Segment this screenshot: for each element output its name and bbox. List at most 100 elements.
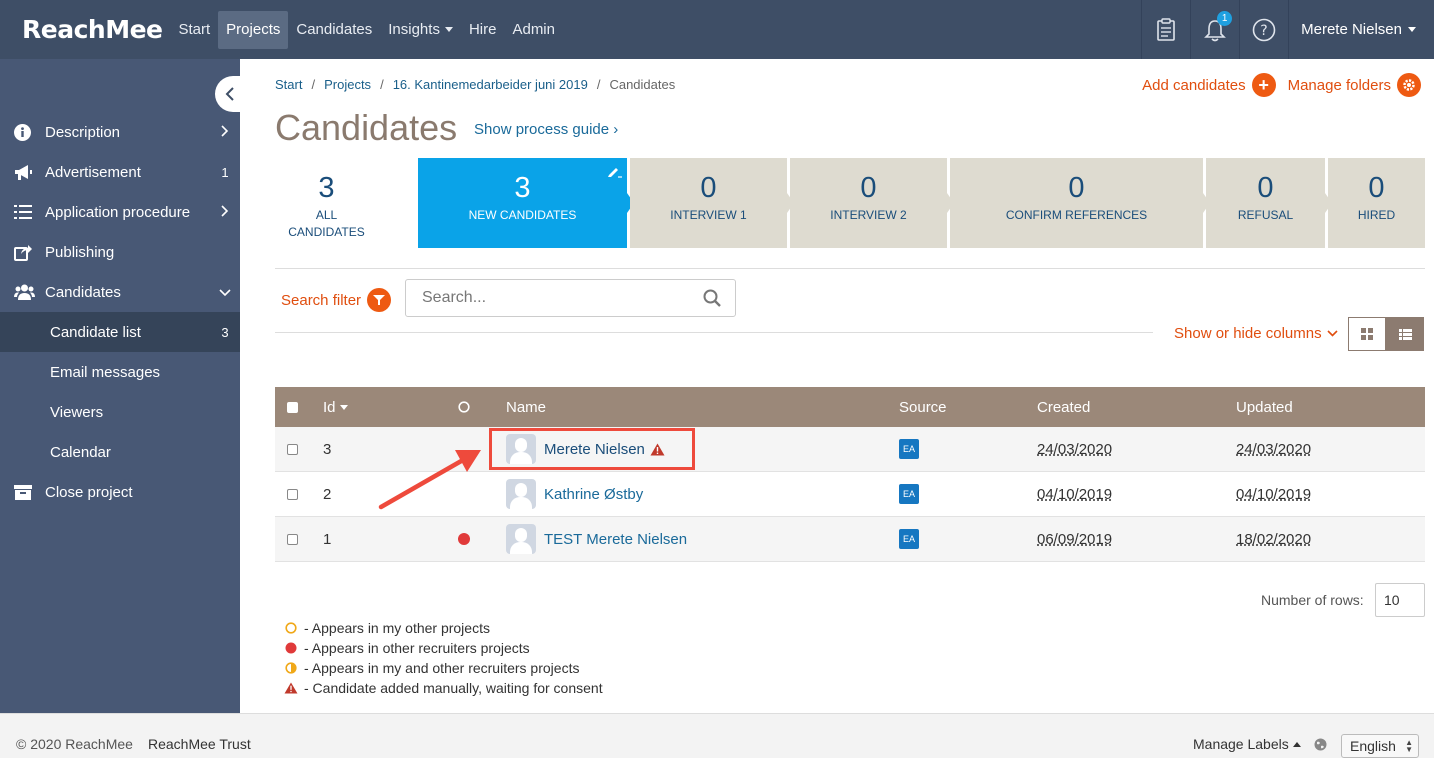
sidebar-item-viewers[interactable]: Viewers bbox=[0, 392, 240, 432]
column-header-source[interactable]: Source bbox=[899, 399, 947, 416]
candidate-id: 1 bbox=[323, 530, 332, 548]
stage-hired[interactable]: 0 Hired bbox=[1328, 158, 1425, 248]
search-input[interactable] bbox=[406, 280, 686, 316]
avatar bbox=[506, 524, 536, 554]
legend-text: - Candidate added manually, waiting for … bbox=[304, 680, 603, 696]
legend-item: - Appears in my other projects bbox=[283, 618, 603, 638]
warning-icon bbox=[283, 682, 299, 694]
select-all-checkbox[interactable] bbox=[287, 401, 298, 413]
sidebar-item-application-procedure[interactable]: Application procedure bbox=[0, 192, 240, 232]
stage-interview-2[interactable]: 0 Interview 2 bbox=[790, 158, 947, 248]
half-circle-icon bbox=[283, 662, 299, 674]
divider bbox=[275, 332, 1153, 333]
help-button[interactable]: ? bbox=[1239, 0, 1288, 59]
logo[interactable]: ReachMee bbox=[22, 15, 163, 44]
footer: © 2020 ReachMee ReachMee Trust Manage La… bbox=[0, 713, 1434, 758]
sidebar-item-publishing[interactable]: Publishing bbox=[0, 232, 240, 272]
plus-icon: + bbox=[1251, 73, 1276, 97]
candidate-name-link[interactable]: TEST Merete Nielsen bbox=[544, 531, 687, 548]
chevron-right-icon bbox=[210, 204, 240, 220]
breadcrumb-projects[interactable]: Projects bbox=[324, 77, 371, 92]
search-filter-button[interactable]: Search filter bbox=[281, 288, 392, 312]
chevron-left-icon bbox=[225, 87, 234, 101]
candidate-id: 2 bbox=[323, 485, 332, 503]
row-checkbox[interactable] bbox=[287, 443, 298, 455]
nav-admin[interactable]: Admin bbox=[504, 11, 563, 49]
grid-view-button[interactable] bbox=[1348, 317, 1386, 351]
table-header: Id Name Source Created Updated bbox=[275, 387, 1425, 427]
column-header-created[interactable]: Created bbox=[1037, 399, 1090, 416]
top-navigation: ReachMee Start Projects Candidates Insig… bbox=[0, 0, 1434, 59]
search-icon[interactable] bbox=[703, 289, 721, 307]
nav-hire[interactable]: Hire bbox=[461, 11, 505, 49]
help-icon: ? bbox=[1252, 18, 1276, 41]
share-icon bbox=[0, 244, 45, 261]
nav-insights[interactable]: Insights bbox=[380, 11, 461, 49]
sort-by-id[interactable]: Id bbox=[323, 387, 348, 427]
nav-candidates[interactable]: Candidates bbox=[288, 11, 380, 49]
candidate-name-link[interactable]: Kathrine Østby bbox=[544, 486, 643, 503]
manage-labels-button[interactable]: Manage Labels bbox=[1193, 736, 1301, 752]
row-checkbox[interactable] bbox=[287, 533, 298, 545]
updated-date: 24/03/2020 bbox=[1236, 440, 1312, 458]
nav-insights-label: Insights bbox=[388, 21, 440, 38]
reachmee-trust-link[interactable]: ReachMee Trust bbox=[148, 736, 251, 752]
sidebar-item-close-project[interactable]: Close project bbox=[0, 472, 240, 512]
source-badge: EA bbox=[899, 484, 919, 504]
sidebar-item-label: Candidate list bbox=[50, 323, 141, 341]
rows-per-page-input[interactable]: 10 bbox=[1375, 583, 1425, 617]
stage-confirm-references[interactable]: 0 Confirm references bbox=[950, 158, 1203, 248]
stage-interview-1[interactable]: 0 Interview 1 bbox=[630, 158, 787, 248]
sidebar-item-label: Description bbox=[45, 123, 121, 141]
nav-start[interactable]: Start bbox=[170, 11, 218, 49]
list-icon bbox=[1398, 328, 1412, 340]
add-candidates-button[interactable]: Add candidates + bbox=[1142, 73, 1276, 97]
sidebar-item-label: Publishing bbox=[45, 243, 115, 261]
column-header-name[interactable]: Name bbox=[506, 399, 546, 416]
sidebar-item-description[interactable]: Description bbox=[0, 112, 240, 152]
sidebar-item-calendar[interactable]: Calendar bbox=[0, 432, 240, 472]
select-arrows-icon: ▲ ▼ bbox=[1405, 738, 1413, 754]
stage-new-candidates[interactable]: 3 New candidates bbox=[418, 158, 627, 248]
notifications-button[interactable]: 1 bbox=[1190, 0, 1239, 59]
nav-right-tools: 1 ? Merete Nielsen bbox=[1141, 0, 1434, 59]
manage-labels-label: Manage Labels bbox=[1193, 736, 1289, 752]
stage-all-candidates[interactable]: 3 All candidates bbox=[275, 158, 378, 248]
stage-refusal[interactable]: 0 Refusal bbox=[1206, 158, 1325, 248]
column-header-updated[interactable]: Updated bbox=[1236, 399, 1293, 416]
rows-per-page-label: Number of rows: bbox=[1261, 592, 1364, 608]
manage-folders-button[interactable]: Manage folders bbox=[1288, 73, 1421, 97]
user-menu[interactable]: Merete Nielsen bbox=[1288, 0, 1434, 59]
sidebar-item-candidate-list[interactable]: Candidate list 3 bbox=[0, 312, 240, 352]
stage-label: Interview 1 bbox=[670, 208, 747, 222]
megaphone-icon bbox=[0, 164, 45, 181]
created-date: 04/10/2019 bbox=[1037, 485, 1113, 503]
clipboard-button[interactable] bbox=[1141, 0, 1190, 59]
legend: - Appears in my other projects - Appears… bbox=[283, 618, 603, 698]
show-process-guide-link[interactable]: Show process guide › bbox=[474, 121, 618, 138]
candidate-id: 3 bbox=[323, 440, 332, 458]
legend-item: - Appears in my and other recruiters pro… bbox=[283, 658, 603, 678]
sidebar-item-label: Calendar bbox=[50, 443, 111, 461]
search-box bbox=[405, 279, 736, 317]
language-select[interactable]: English ▲ ▼ bbox=[1341, 734, 1419, 758]
show-hide-columns-button[interactable]: Show or hide columns bbox=[1174, 325, 1338, 342]
red-dot-icon bbox=[283, 642, 299, 654]
annotation-highlight-box bbox=[489, 428, 695, 470]
page-actions: Add candidates + Manage folders bbox=[1130, 73, 1421, 97]
funnel-icon bbox=[367, 288, 392, 312]
nav-projects[interactable]: Projects bbox=[218, 10, 289, 49]
sidebar-item-label: Close project bbox=[45, 483, 133, 501]
hollow-circle-icon bbox=[283, 622, 299, 634]
page-title: Candidates bbox=[275, 107, 458, 148]
sidebar-item-advertisement[interactable]: Advertisement 1 bbox=[0, 152, 240, 192]
sidebar-item-email-messages[interactable]: Email messages bbox=[0, 352, 240, 392]
breadcrumb-project[interactable]: 16. Kantinemedarbeider juni 2019 bbox=[393, 77, 588, 92]
sidebar-item-candidates[interactable]: Candidates bbox=[0, 272, 240, 312]
sidebar-item-label: Viewers bbox=[50, 403, 104, 421]
list-view-button[interactable] bbox=[1386, 317, 1424, 351]
edit-icon[interactable] bbox=[607, 164, 623, 178]
row-checkbox[interactable] bbox=[287, 488, 298, 500]
breadcrumb-start[interactable]: Start bbox=[275, 77, 302, 92]
breadcrumb-separator: / bbox=[380, 77, 384, 92]
